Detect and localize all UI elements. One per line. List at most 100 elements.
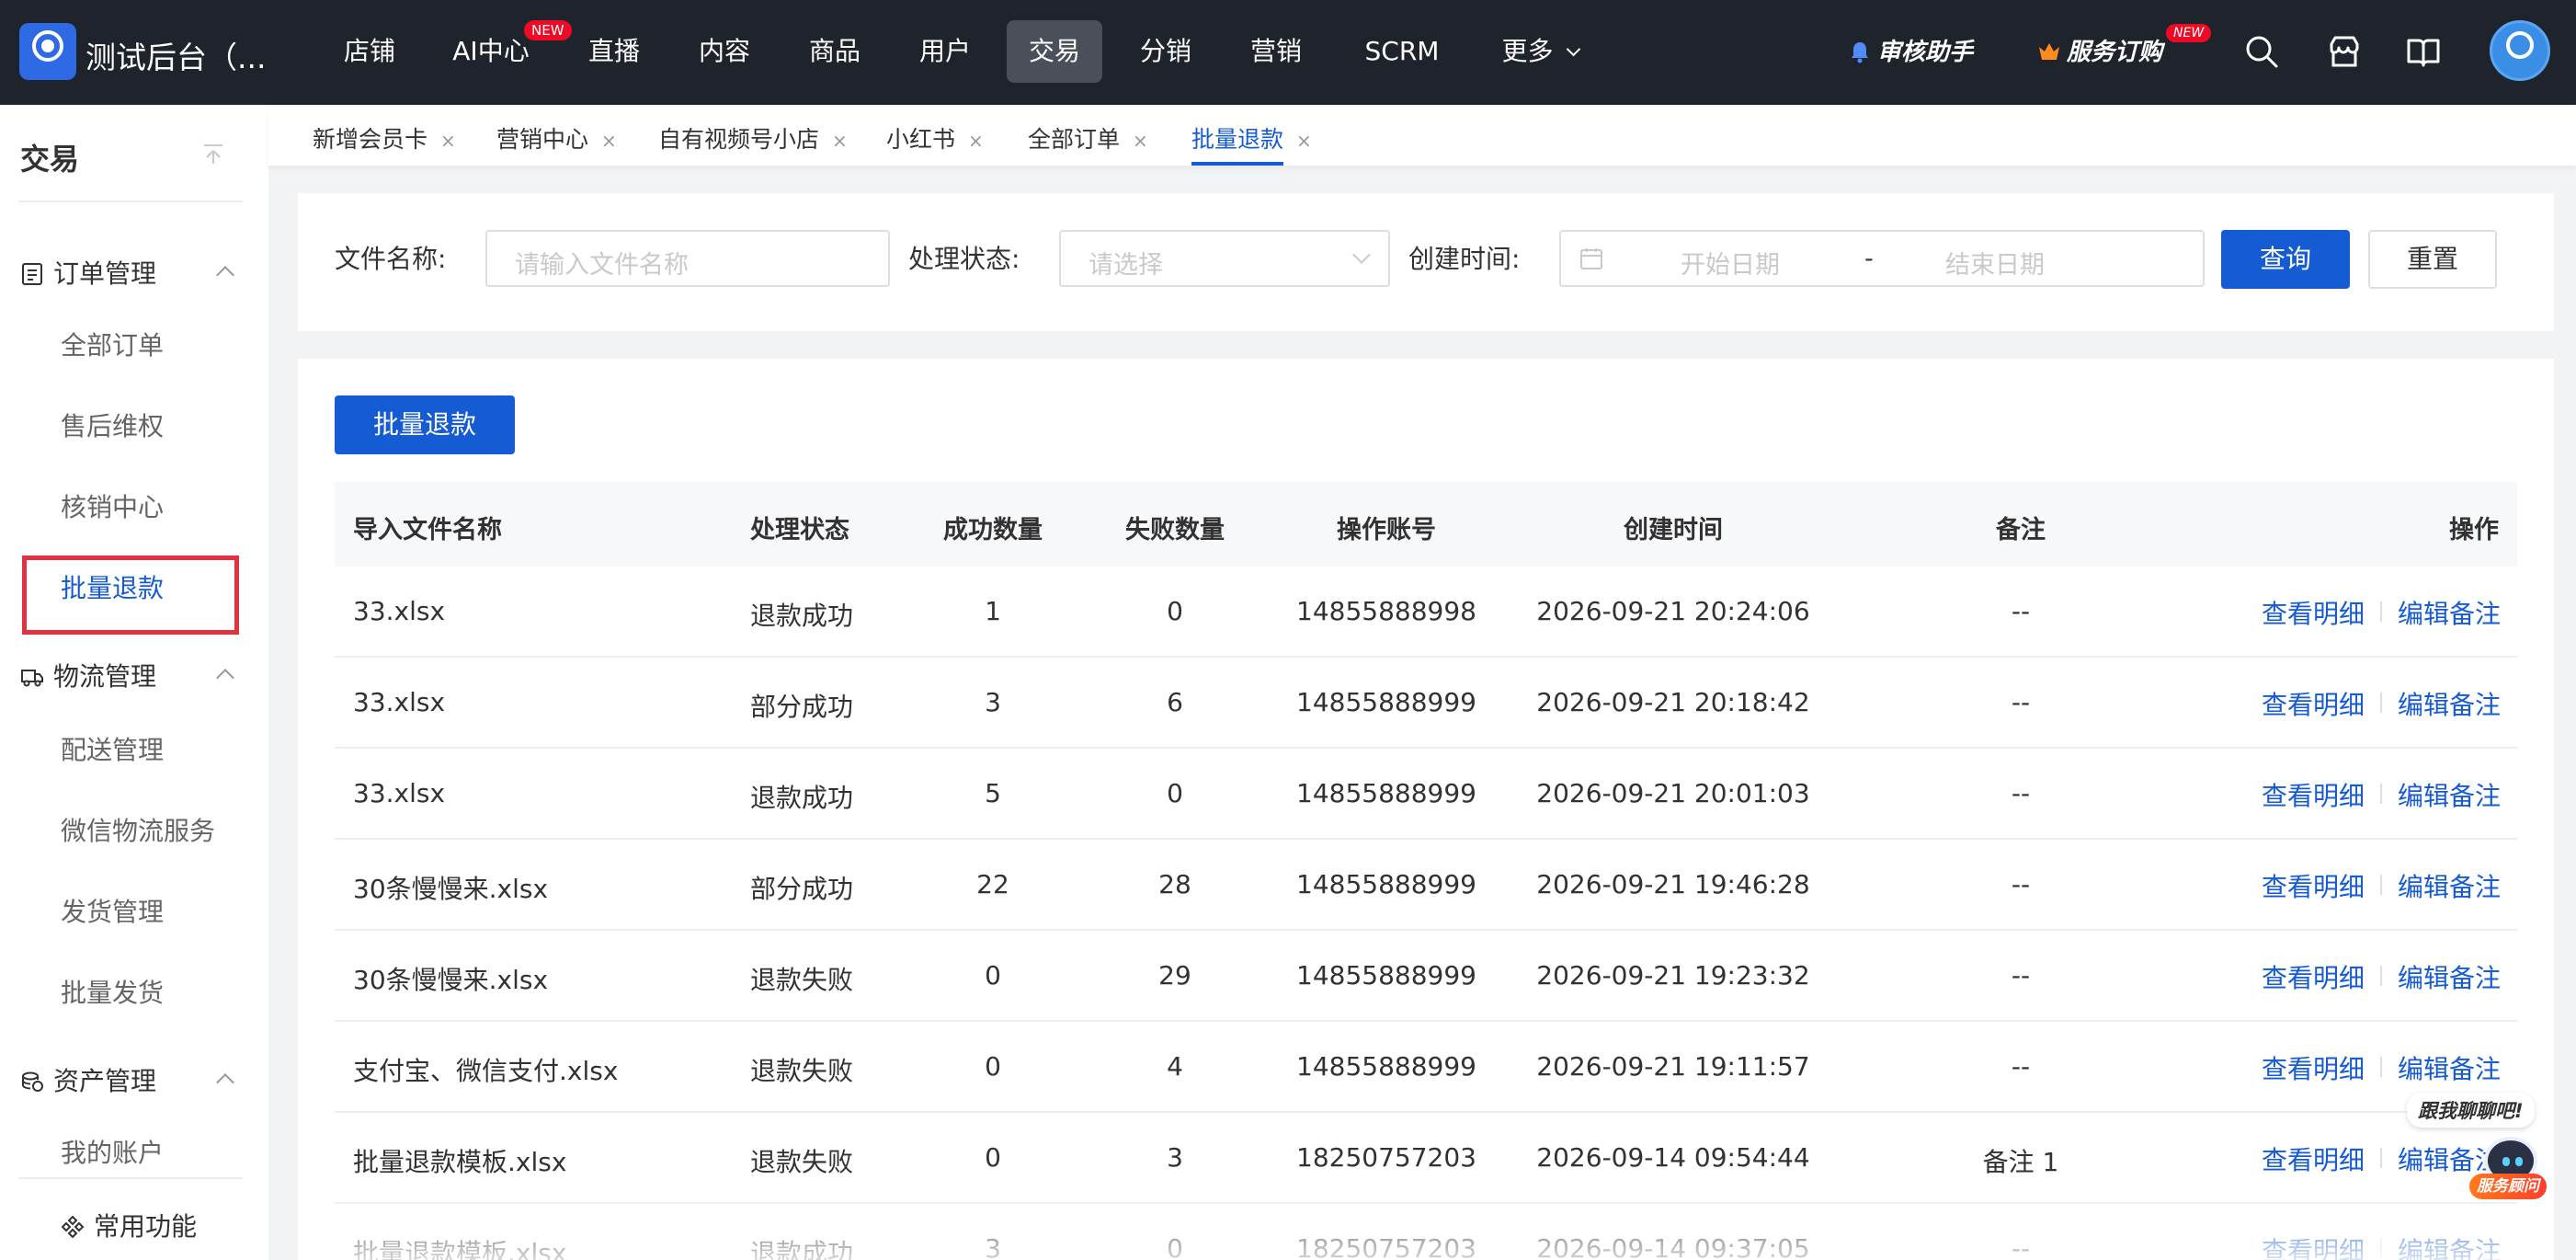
edit-note-link[interactable]: 编辑备注 [2398, 958, 2501, 995]
chevron-up-icon[interactable] [216, 669, 234, 687]
view-detail-link[interactable]: 查看明细 [2262, 867, 2365, 904]
cell-file: 支付宝、微信支付.xlsx [353, 1056, 619, 1086]
cell-fail: 4 [1167, 1051, 1183, 1082]
user-avatar[interactable] [2490, 20, 2550, 81]
table-row: 支付宝、微信支付.xlsx 退款失败 0 4 14855888999 2026-… [335, 1022, 2517, 1113]
nav-item-marketing[interactable]: 营销 [1230, 20, 1322, 83]
sidebar-item-delivery[interactable]: 配送管理 [61, 730, 164, 767]
nav-item-goods[interactable]: 商品 [789, 20, 881, 83]
tab-batch-refund[interactable]: 批量退款 × [1191, 121, 1312, 155]
close-icon[interactable]: × [1133, 130, 1148, 152]
view-detail-link[interactable]: 查看明细 [2262, 594, 2365, 631]
end-date-placeholder[interactable]: 结束日期 [1945, 245, 2045, 281]
status-select[interactable]: 请选择 [1059, 230, 1390, 287]
order-icon [22, 263, 42, 285]
nav-item-live[interactable]: 直播 [568, 20, 660, 83]
file-name-input[interactable]: 请输入文件名称 [485, 230, 890, 287]
view-detail-link[interactable]: 查看明细 [2262, 1049, 2365, 1086]
tab-video-store[interactable]: 自有视频号小店 × [658, 121, 848, 155]
close-icon[interactable]: × [832, 130, 848, 152]
column-header-action: 操作 [2449, 516, 2499, 544]
nav-item-store[interactable]: 店铺 [324, 20, 416, 83]
cell-note: -- [2011, 869, 2031, 899]
sidebar-group-label: 资产管理 [53, 1066, 157, 1096]
sidebar-item-after-sales[interactable]: 售后维权 [61, 407, 164, 443]
query-button[interactable]: 查询 [2221, 230, 2350, 289]
cell-fail: 0 [1167, 1233, 1183, 1260]
app-title[interactable]: 测试后台（... [85, 33, 266, 77]
start-date-placeholder[interactable]: 开始日期 [1681, 245, 1780, 281]
batch-refund-button[interactable]: 批量退款 [335, 395, 515, 454]
sidebar-item-batch-shipping[interactable]: 批量发货 [61, 973, 164, 1010]
cell-created: 2026-09-21 20:24:06 [1536, 596, 1810, 626]
sidebar-group-assets[interactable]: 资产管理 [20, 1061, 156, 1098]
cell-note: 备注 1 [1982, 1147, 2059, 1177]
cell-note: -- [2011, 1051, 2031, 1082]
sidebar-item-shipping[interactable]: 发货管理 [61, 892, 164, 929]
view-detail-link[interactable]: 查看明细 [2262, 958, 2365, 995]
nav-item-users[interactable]: 用户 [899, 20, 991, 83]
cell-status: 退款失败 [750, 1056, 854, 1086]
review-assistant-label: 审核助手 [1877, 39, 1974, 66]
view-detail-link[interactable]: 查看明细 [2262, 685, 2365, 722]
date-range-picker[interactable]: 开始日期 - 结束日期 [1559, 230, 2205, 287]
nav-item-distribution[interactable]: 分销 [1120, 20, 1212, 83]
edit-note-link[interactable]: 编辑备注 [2398, 867, 2501, 904]
reset-button[interactable]: 重置 [2368, 230, 2497, 289]
app-logo[interactable] [19, 23, 76, 80]
nav-item-content[interactable]: 内容 [678, 20, 770, 83]
tab-new-member-card[interactable]: 新增会员卡 × [313, 121, 456, 155]
nav-item-scrm[interactable]: SCRM [1344, 20, 1460, 83]
sidebar-item-verification[interactable]: 核销中心 [61, 487, 164, 524]
column-header-account: 操作账号 [1337, 516, 1436, 544]
tab-marketing-center[interactable]: 营销中心 × [496, 121, 617, 155]
cell-created: 2026-09-21 20:01:03 [1536, 778, 1810, 808]
cell-account: 14855888999 [1296, 687, 1476, 717]
column-header-file: 导入文件名称 [353, 516, 502, 544]
nav-item-trade[interactable]: 交易 [1007, 20, 1102, 83]
action-divider [2380, 693, 2382, 713]
tab-xiaohongshu[interactable]: 小红书 × [886, 121, 984, 155]
tab-all-orders[interactable]: 全部订单 × [1028, 121, 1148, 155]
chevron-down-icon [1352, 246, 1371, 264]
sidebar-item-my-account[interactable]: 我的账户 [61, 1133, 164, 1170]
sidebar-item-wechat-logistics[interactable]: 微信物流服务 [61, 811, 215, 848]
service-chat-widget[interactable]: 跟我聊聊吧! 服务顾问 [2399, 1093, 2556, 1203]
cell-success: 0 [985, 1051, 1001, 1082]
view-detail-link[interactable]: 查看明细 [2262, 776, 2365, 813]
status-label: 处理状态: [908, 244, 1020, 274]
cell-note: -- [2011, 1233, 2031, 1260]
close-icon[interactable]: × [1296, 130, 1312, 152]
common-functions-button[interactable]: 常用功能 [61, 1207, 197, 1243]
book-icon[interactable] [2405, 33, 2442, 70]
sidebar-item-all-orders[interactable]: 全部订单 [61, 326, 164, 362]
edit-note-link[interactable]: 编辑备注 [2398, 1231, 2501, 1260]
close-icon[interactable]: × [601, 130, 617, 152]
action-divider [2380, 966, 2382, 986]
cell-status: 退款成功 [750, 783, 854, 813]
date-range-separator: - [1864, 245, 1874, 273]
sidebar-group-orders[interactable]: 订单管理 [20, 254, 156, 291]
edit-note-link[interactable]: 编辑备注 [2398, 1049, 2501, 1086]
cell-fail: 0 [1167, 778, 1183, 808]
view-detail-link[interactable]: 查看明细 [2262, 1231, 2365, 1260]
search-icon[interactable] [2243, 33, 2280, 70]
edit-note-link[interactable]: 编辑备注 [2398, 776, 2501, 813]
collapse-icon[interactable] [200, 142, 226, 167]
nav-item-more[interactable]: 更多 [1489, 20, 1590, 83]
service-subscription-button[interactable]: 服务订购 [2037, 33, 2162, 67]
close-icon[interactable]: × [440, 130, 456, 152]
table-row: 33.xlsx 退款成功 5 0 14855888999 2026-09-21 … [335, 749, 2517, 840]
edit-note-link[interactable]: 编辑备注 [2398, 594, 2501, 631]
edit-note-link[interactable]: 编辑备注 [2398, 685, 2501, 722]
chevron-up-icon[interactable] [216, 1073, 234, 1092]
review-assistant-button[interactable]: 审核助手 [1848, 33, 1973, 67]
cell-account: 14855888999 [1296, 778, 1476, 808]
view-detail-link[interactable]: 查看明细 [2262, 1140, 2365, 1177]
store-icon[interactable] [2326, 33, 2363, 70]
cell-status: 退款失败 [750, 965, 854, 995]
sidebar-group-logistics[interactable]: 物流管理 [20, 657, 156, 693]
chevron-up-icon[interactable] [216, 266, 234, 284]
cell-fail: 3 [1167, 1142, 1183, 1173]
close-icon[interactable]: × [968, 130, 984, 152]
